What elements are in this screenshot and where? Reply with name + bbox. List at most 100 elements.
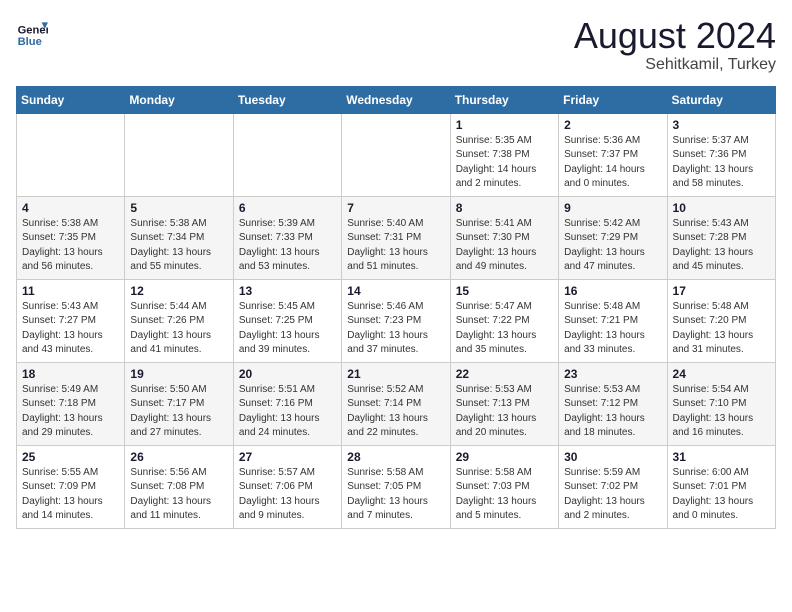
calendar-cell: 29Sunrise: 5:58 AM Sunset: 7:03 PM Dayli… — [450, 445, 558, 528]
calendar-cell: 27 Sunrise: 5:57 AM Sunset: 7:06 PM Dayli… — [233, 445, 341, 528]
day-number: 15 — [456, 284, 553, 298]
day-info: Sunrise: 5:49 AM Sunset: 7:18 PM Dayligh… — [22, 383, 119, 441]
day-info: Sunrise: 5:41 AM Sunset: 7:30 PM Dayligh… — [456, 217, 553, 275]
day-info: Sunrise: 5:47 AM Sunset: 7:22 PM Dayligh… — [456, 300, 553, 358]
calendar-cell: 24 Sunrise: 5:54 AM Sunset: 7:10 PM Dayli… — [667, 362, 775, 445]
day-number: 24 — [673, 367, 770, 381]
day-info: Sunrise: 5:59 AM Sunset: 7:02 PM Dayligh… — [564, 466, 661, 524]
day-number: 9 — [564, 201, 661, 215]
column-header-tuesday: Tuesday — [233, 86, 341, 113]
day-number: 19 — [130, 367, 227, 381]
day-info: Sunrise: 5:52 AM Sunset: 7:14 PM Dayligh… — [347, 383, 444, 441]
day-info: Sunrise: 5:36 AM Sunset: 7:37 PM Dayligh… — [564, 134, 661, 192]
day-info: Sunrise: 5:38 AM Sunset: 7:34 PM Dayligh… — [130, 217, 227, 275]
day-number: 25 — [22, 450, 119, 464]
calendar-body: 1 Sunrise: 5:35 AM Sunset: 7:38 PM Daylig… — [17, 113, 776, 528]
day-number: 21 — [347, 367, 444, 381]
day-number: 31 — [673, 450, 770, 464]
day-info: Sunrise: 5:48 AM Sunset: 7:21 PM Dayligh… — [564, 300, 661, 358]
day-number: 2 — [564, 118, 661, 132]
column-header-wednesday: Wednesday — [342, 86, 450, 113]
day-number: 20 — [239, 367, 336, 381]
day-info: Sunrise: 5:35 AM Sunset: 7:38 PM Dayligh… — [456, 134, 553, 192]
day-info: Sunrise: 5:38 AM Sunset: 7:35 PM Dayligh… — [22, 217, 119, 275]
day-number: 26 — [130, 450, 227, 464]
logo-icon: General Blue — [16, 16, 48, 48]
calendar-cell: 11 Sunrise: 5:43 AM Sunset: 7:27 PM Dayli… — [17, 279, 125, 362]
calendar-cell: 6Sunrise: 5:39 AM Sunset: 7:33 PM Daylig… — [233, 196, 341, 279]
column-header-monday: Monday — [125, 86, 233, 113]
day-number: 5 — [130, 201, 227, 215]
calendar-cell: 8 Sunrise: 5:41 AM Sunset: 7:30 PM Daylig… — [450, 196, 558, 279]
day-info: Sunrise: 5:54 AM Sunset: 7:10 PM Dayligh… — [673, 383, 770, 441]
calendar-cell: 14 Sunrise: 5:46 AM Sunset: 7:23 PM Dayli… — [342, 279, 450, 362]
column-header-thursday: Thursday — [450, 86, 558, 113]
day-number: 18 — [22, 367, 119, 381]
day-number: 12 — [130, 284, 227, 298]
day-number: 17 — [673, 284, 770, 298]
day-info: Sunrise: 5:44 AM Sunset: 7:26 PM Dayligh… — [130, 300, 227, 358]
day-info: Sunrise: 5:58 AM Sunset: 7:05 PM Dayligh… — [347, 466, 444, 524]
day-info: Sunrise: 5:40 AM Sunset: 7:31 PM Dayligh… — [347, 217, 444, 275]
calendar-cell: 26 Sunrise: 5:56 AM Sunset: 7:08 PM Dayli… — [125, 445, 233, 528]
calendar-cell: 9 Sunrise: 5:42 AM Sunset: 7:29 PM Daylig… — [559, 196, 667, 279]
month-year-title: August 2024 — [574, 16, 776, 56]
location-subtitle: Sehitkamil, Turkey — [574, 56, 776, 74]
day-number: 10 — [673, 201, 770, 215]
calendar-cell: 5 Sunrise: 5:38 AM Sunset: 7:34 PM Daylig… — [125, 196, 233, 279]
day-number: 14 — [347, 284, 444, 298]
calendar-cell: 19Sunrise: 5:50 AM Sunset: 7:17 PM Dayli… — [125, 362, 233, 445]
calendar-cell — [125, 113, 233, 196]
day-number: 1 — [456, 118, 553, 132]
calendar-table: SundayMondayTuesdayWednesdayThursdayFrid… — [16, 86, 776, 529]
calendar-cell: 18 Sunrise: 5:49 AM Sunset: 7:18 PM Dayli… — [17, 362, 125, 445]
column-header-saturday: Saturday — [667, 86, 775, 113]
calendar-cell: 28 Sunrise: 5:58 AM Sunset: 7:05 PM Dayli… — [342, 445, 450, 528]
day-number: 27 — [239, 450, 336, 464]
day-info: Sunrise: 5:58 AM Sunset: 7:03 PM Dayligh… — [456, 466, 553, 524]
calendar-week-row: 11 Sunrise: 5:43 AM Sunset: 7:27 PM Dayli… — [17, 279, 776, 362]
day-info: Sunrise: 5:39 AM Sunset: 7:33 PM Dayligh… — [239, 217, 336, 275]
day-info: Sunrise: 5:45 AM Sunset: 7:25 PM Dayligh… — [239, 300, 336, 358]
day-number: 28 — [347, 450, 444, 464]
day-info: Sunrise: 5:57 AM Sunset: 7:06 PM Dayligh… — [239, 466, 336, 524]
day-number: 4 — [22, 201, 119, 215]
calendar-cell: 12 Sunrise: 5:44 AM Sunset: 7:26 PM Dayli… — [125, 279, 233, 362]
calendar-header-row: SundayMondayTuesdayWednesdayThursdayFrid… — [17, 86, 776, 113]
calendar-cell: 4 Sunrise: 5:38 AM Sunset: 7:35 PM Daylig… — [17, 196, 125, 279]
calendar-week-row: 18 Sunrise: 5:49 AM Sunset: 7:18 PM Dayli… — [17, 362, 776, 445]
calendar-cell: 31 Sunrise: 6:00 AM Sunset: 7:01 PM Dayli… — [667, 445, 775, 528]
calendar-cell — [17, 113, 125, 196]
calendar-cell: 17Sunrise: 5:48 AM Sunset: 7:20 PM Dayli… — [667, 279, 775, 362]
calendar-week-row: 4 Sunrise: 5:38 AM Sunset: 7:35 PM Daylig… — [17, 196, 776, 279]
day-info: Sunrise: 5:46 AM Sunset: 7:23 PM Dayligh… — [347, 300, 444, 358]
calendar-cell — [342, 113, 450, 196]
day-number: 30 — [564, 450, 661, 464]
day-info: Sunrise: 5:42 AM Sunset: 7:29 PM Dayligh… — [564, 217, 661, 275]
calendar-week-row: 25 Sunrise: 5:55 AM Sunset: 7:09 PM Dayli… — [17, 445, 776, 528]
day-number: 8 — [456, 201, 553, 215]
column-header-sunday: Sunday — [17, 86, 125, 113]
column-header-friday: Friday — [559, 86, 667, 113]
day-number: 7 — [347, 201, 444, 215]
day-info: Sunrise: 5:37 AM Sunset: 7:36 PM Dayligh… — [673, 134, 770, 192]
calendar-cell: 2 Sunrise: 5:36 AM Sunset: 7:37 PM Daylig… — [559, 113, 667, 196]
day-number: 11 — [22, 284, 119, 298]
day-number: 23 — [564, 367, 661, 381]
day-info: Sunrise: 5:43 AM Sunset: 7:27 PM Dayligh… — [22, 300, 119, 358]
calendar-cell: 16 Sunrise: 5:48 AM Sunset: 7:21 PM Dayli… — [559, 279, 667, 362]
day-info: Sunrise: 6:00 AM Sunset: 7:01 PM Dayligh… — [673, 466, 770, 524]
calendar-cell: 25 Sunrise: 5:55 AM Sunset: 7:09 PM Dayli… — [17, 445, 125, 528]
day-info: Sunrise: 5:56 AM Sunset: 7:08 PM Dayligh… — [130, 466, 227, 524]
calendar-cell: 20 Sunrise: 5:51 AM Sunset: 7:16 PM Dayli… — [233, 362, 341, 445]
day-info: Sunrise: 5:55 AM Sunset: 7:09 PM Dayligh… — [22, 466, 119, 524]
day-number: 13 — [239, 284, 336, 298]
day-info: Sunrise: 5:51 AM Sunset: 7:16 PM Dayligh… — [239, 383, 336, 441]
page-header: General Blue August 2024 Sehitkamil, Tur… — [16, 16, 776, 74]
calendar-cell: 21 Sunrise: 5:52 AM Sunset: 7:14 PM Dayli… — [342, 362, 450, 445]
calendar-week-row: 1 Sunrise: 5:35 AM Sunset: 7:38 PM Daylig… — [17, 113, 776, 196]
day-info: Sunrise: 5:43 AM Sunset: 7:28 PM Dayligh… — [673, 217, 770, 275]
calendar-cell: 1 Sunrise: 5:35 AM Sunset: 7:38 PM Daylig… — [450, 113, 558, 196]
day-number: 16 — [564, 284, 661, 298]
calendar-cell: 22Sunrise: 5:53 AM Sunset: 7:13 PM Dayli… — [450, 362, 558, 445]
